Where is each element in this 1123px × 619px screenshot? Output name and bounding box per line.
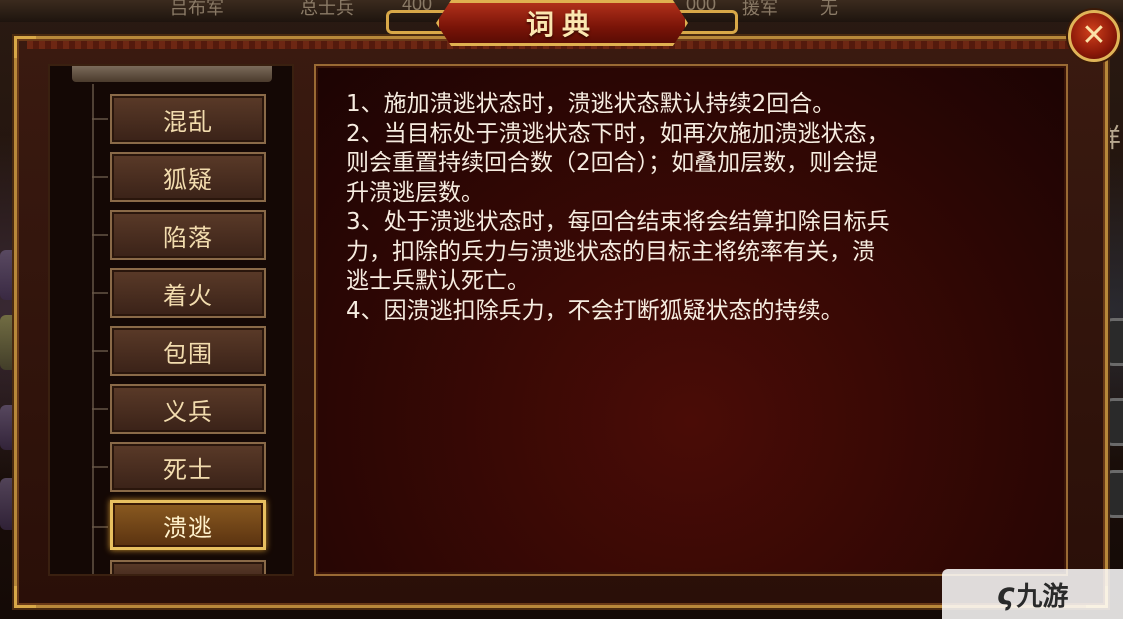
close-button[interactable]: ✕ <box>1068 10 1120 62</box>
term-item-label: 陷落 <box>163 223 213 252</box>
bg-fragment: 吕布军 <box>170 0 224 18</box>
term-item-label: 义兵 <box>163 397 213 426</box>
term-item-label: 狐疑 <box>163 165 213 194</box>
term-item-huyi[interactable]: 狐疑 <box>110 152 266 202</box>
tree-connector <box>92 350 108 352</box>
dialog-title: 词典 <box>525 8 598 41</box>
tree-connector <box>92 84 94 574</box>
description-line: 1、施加溃逃状态时，溃逃状态默认持续2回合。 <box>346 91 836 117</box>
tree-connector <box>92 234 108 236</box>
title-plate: 词典 <box>436 0 688 46</box>
watermark-text: 九游 <box>1016 581 1069 612</box>
term-list-panel[interactable]: 混乱 狐疑 陷落 着火 包围 义兵 死士 溃逃 <box>48 64 294 576</box>
term-item-sishi[interactable]: 死士 <box>110 442 266 492</box>
term-item-xianluo[interactable]: 陷落 <box>110 210 266 260</box>
term-item-kuitao[interactable]: 溃逃 <box>110 500 266 550</box>
tree-connector <box>92 118 108 120</box>
tree-connector <box>92 526 108 528</box>
description-line: 2、当目标处于溃逃状态下时，如再次施加溃逃状态， <box>346 120 890 147</box>
term-item-label: 着火 <box>163 281 213 310</box>
tree-connector <box>92 292 108 294</box>
tree-connector <box>92 176 108 178</box>
term-item-yibing[interactable]: 义兵 <box>110 384 266 434</box>
list-item-partial[interactable] <box>72 66 272 82</box>
bg-fragment: 无 <box>820 0 838 18</box>
bg-fragment: 总士兵 <box>300 0 354 18</box>
bg-fragment: 援军 <box>742 0 778 18</box>
term-item-zhaohuo[interactable]: 着火 <box>110 268 266 318</box>
term-item-hunluan[interactable]: 混乱 <box>110 94 266 144</box>
description-line: 4、因溃逃扣除兵力，不会打断狐疑状态的持续。 <box>346 297 844 324</box>
dialog-corner-ornament <box>14 586 36 608</box>
term-item-baowei[interactable]: 包围 <box>110 326 266 376</box>
term-item-label: 溃逃 <box>163 513 213 542</box>
description-line: 升溃逃层数。 <box>346 179 484 206</box>
term-description-panel: 1、施加溃逃状态时，溃逃状态默认持续2回合。 2、当目标处于溃逃状态下时，如再次… <box>314 64 1068 576</box>
tree-connector <box>92 466 108 468</box>
term-item-label: 包围 <box>163 339 213 368</box>
description-line: 3、处于溃逃状态时，每回合结束将会结算扣除目标兵 <box>346 209 890 235</box>
description-line: 力，扣除的兵力与溃逃状态的目标主将统率有关，溃 <box>346 238 875 265</box>
close-icon: ✕ <box>1081 18 1107 53</box>
tree-connector <box>92 408 108 410</box>
site-watermark: ς 九游 <box>942 569 1123 619</box>
term-item-label: 死士 <box>163 455 213 484</box>
watermark-logo-icon: ς <box>996 576 1015 612</box>
description-line: 逃士兵默认死亡。 <box>346 268 530 294</box>
term-item-label: 混乱 <box>163 107 213 136</box>
description-line: 则会重置持续回合数（2回合）；如叠加层数，则会提 <box>346 150 879 176</box>
list-item-partial[interactable] <box>110 560 266 574</box>
dialog-corner-ornament <box>14 36 36 58</box>
